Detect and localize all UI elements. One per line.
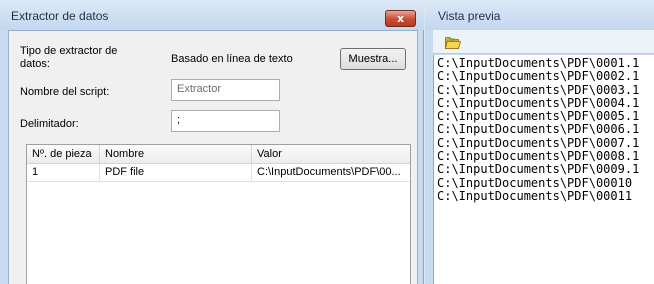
preview-line: C:\InputDocuments\PDF\00011	[437, 188, 633, 203]
dialog-body: Tipo de extractor de datos: Basado en lí…	[8, 30, 418, 284]
preview-toolbar	[433, 30, 654, 54]
preview-title: Vista previa	[438, 9, 501, 23]
app-window: Extractor de datos x Tipo de extractor d…	[0, 0, 654, 284]
extractor-type-value: Basado en línea de texto	[171, 53, 293, 65]
preview-line: C:\InputDocuments\PDF\00010	[437, 175, 633, 190]
preview-line: C:\InputDocuments\PDF\0009.1	[437, 162, 640, 177]
dialog-title: Extractor de datos	[11, 9, 109, 23]
delimiter-label: Delimitador:	[20, 118, 79, 130]
table-row[interactable]: 1 PDF file C:\InputDocuments\PDF\00...	[27, 164, 410, 182]
preview-line: C:\InputDocuments\PDF\0006.1	[437, 122, 640, 137]
fields-table: Nº. de pieza Nombre Valor 1 PDF file C:\…	[26, 144, 411, 284]
table-header: Nº. de pieza Nombre Valor	[27, 145, 410, 164]
script-name-input[interactable]: Extractor	[171, 79, 280, 101]
script-name-label: Nombre del script:	[20, 86, 110, 98]
column-header-value[interactable]: Valor	[252, 145, 410, 164]
preview-line: C:\InputDocuments\PDF\0008.1	[437, 149, 640, 164]
cell-piece: 1	[27, 164, 100, 182]
preview-line: C:\InputDocuments\PDF\0004.1	[437, 95, 640, 110]
preview-titlebar: Vista previa	[425, 0, 654, 30]
cell-name: PDF file	[100, 164, 252, 182]
column-header-piece[interactable]: Nº. de pieza	[27, 145, 100, 164]
close-icon: x	[396, 12, 405, 25]
cell-value: C:\InputDocuments\PDF\00...	[257, 166, 401, 178]
preview-line: C:\InputDocuments\PDF\0001.1	[437, 56, 640, 70]
data-extractor-dialog: Extractor de datos x Tipo de extractor d…	[0, 0, 424, 284]
delimiter-input[interactable]: ;	[171, 110, 280, 132]
preview-line: C:\InputDocuments\PDF\0003.1	[437, 82, 640, 97]
close-button[interactable]: x	[385, 10, 416, 27]
preview-line: C:\InputDocuments\PDF\0002.1	[437, 69, 640, 84]
column-header-name[interactable]: Nombre	[100, 145, 252, 164]
folder-open-icon[interactable]	[445, 36, 461, 49]
extractor-type-label: Tipo de extractor de datos:	[20, 45, 118, 70]
sample-button[interactable]: Muestra...	[340, 48, 406, 70]
dialog-titlebar[interactable]: Extractor de datos x	[0, 0, 424, 30]
preview-line: C:\InputDocuments\PDF\0007.1	[437, 135, 640, 150]
preview-line: C:\InputDocuments\PDF\0005.1	[437, 109, 640, 124]
preview-text-area[interactable]: C:\InputDocuments\PDF\0001.1 C:\InputDoc…	[433, 55, 654, 284]
